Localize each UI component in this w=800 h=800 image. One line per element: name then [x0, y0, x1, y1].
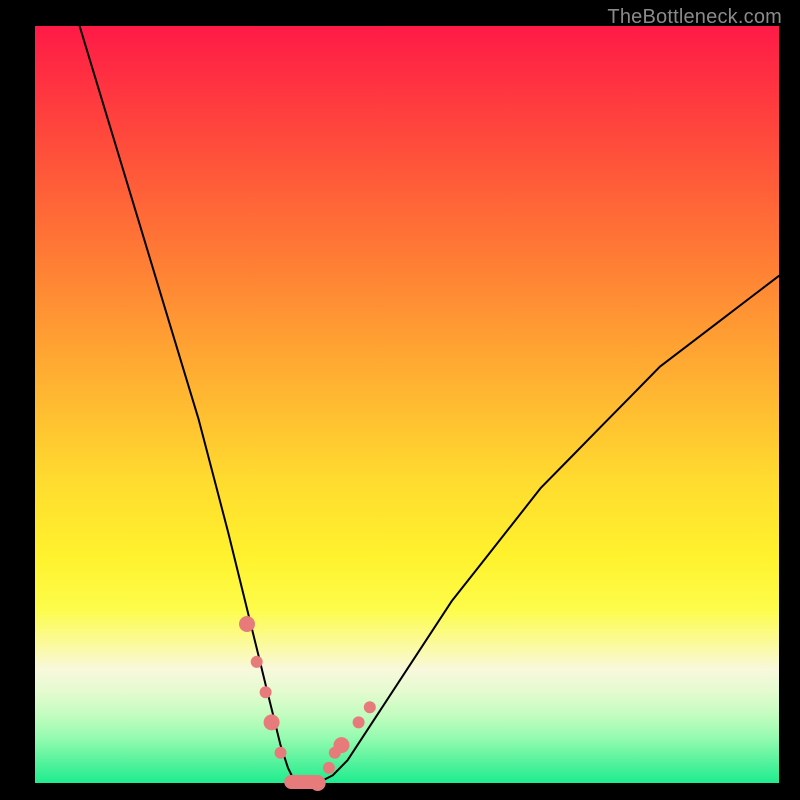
- chart-frame: TheBottleneck.com: [0, 0, 800, 800]
- plot-area: [35, 26, 779, 783]
- bottleneck-curve: [80, 26, 779, 783]
- curve-marker: [239, 616, 255, 632]
- curve-marker: [260, 686, 272, 698]
- curve-marker: [310, 775, 326, 791]
- marker-group: [239, 616, 376, 791]
- curve-marker: [297, 777, 309, 789]
- curve-marker: [264, 714, 280, 730]
- curve-marker: [353, 716, 365, 728]
- watermark-text: TheBottleneck.com: [607, 6, 782, 29]
- curve-marker: [364, 701, 376, 713]
- chart-svg: [35, 26, 779, 783]
- curve-marker: [275, 747, 287, 759]
- curve-marker: [323, 762, 335, 774]
- curve-marker: [251, 656, 263, 668]
- curve-marker: [334, 737, 350, 753]
